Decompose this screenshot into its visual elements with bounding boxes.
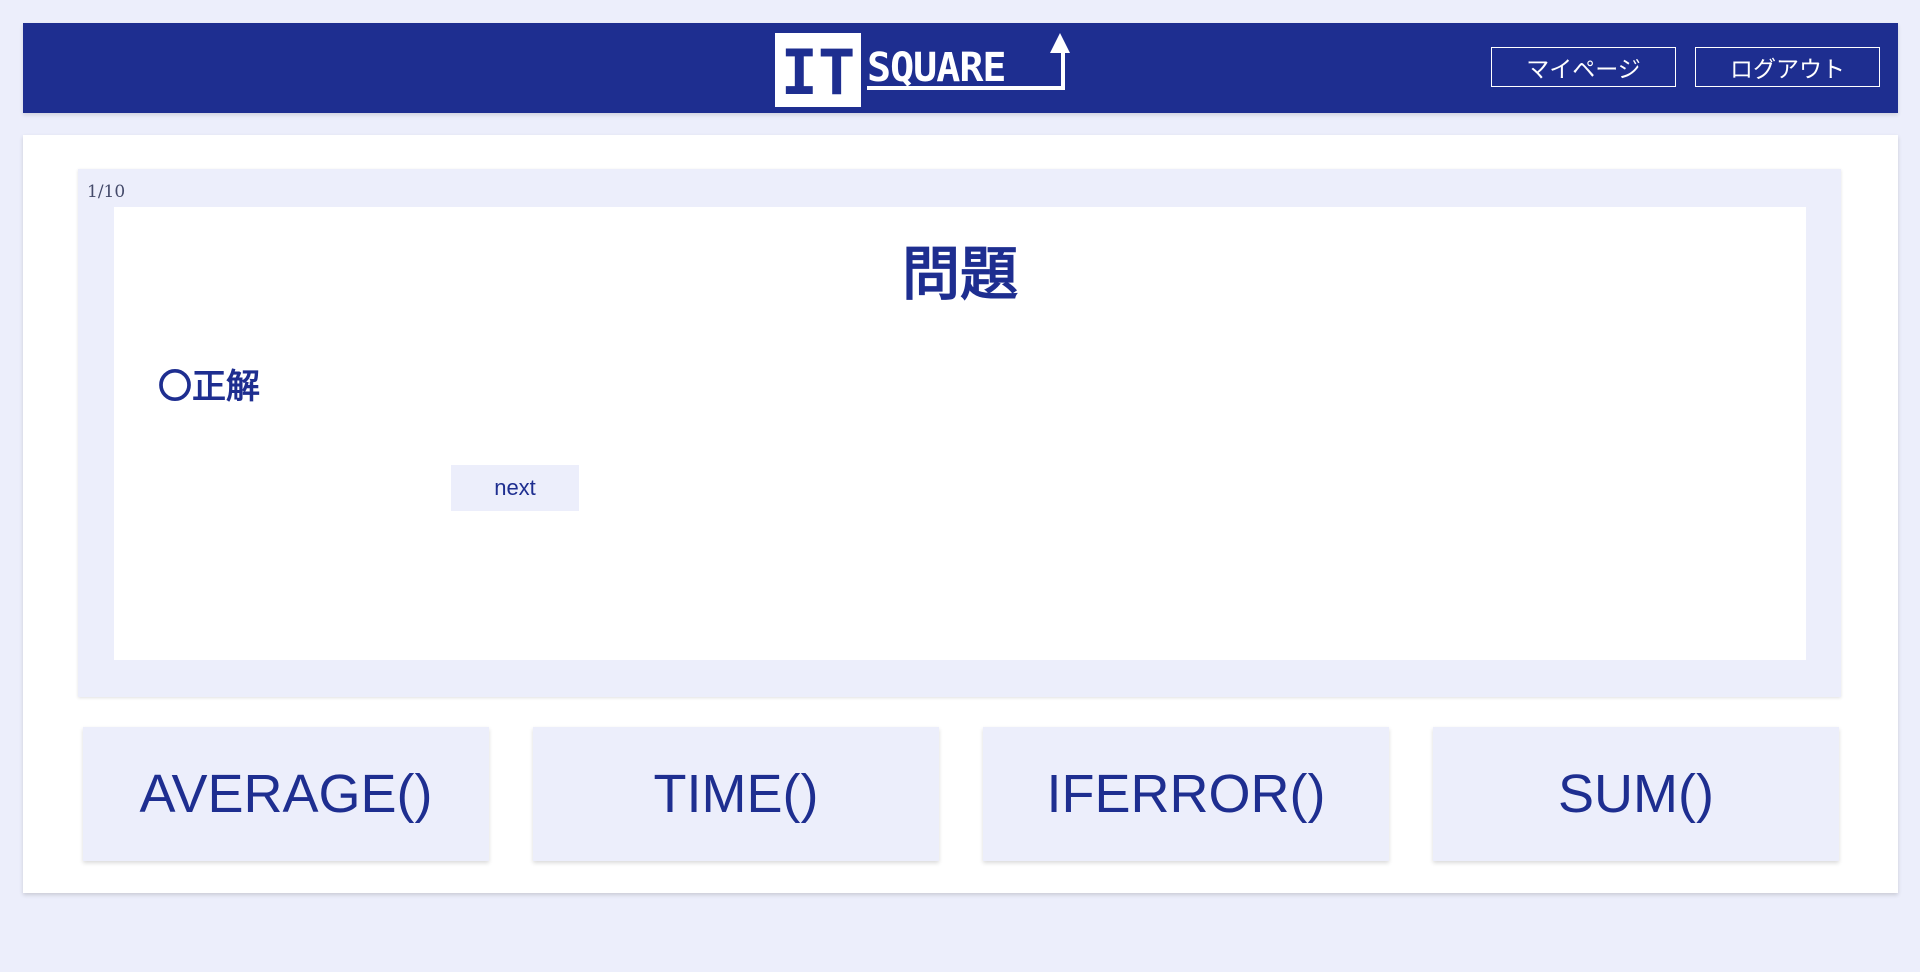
site-header: IT SQUARE マイページ ログアウト [23,23,1898,113]
logo-text-square: SQUARE [867,45,1006,91]
question-title: 問題 [901,240,1018,308]
logout-button[interactable]: ログアウト [1695,47,1880,87]
question-counter: 1/10 [87,182,126,202]
choice-button-2[interactable]: TIME() [533,727,939,861]
question-panel: 1/10 問題 〇正解 next [78,169,1841,697]
question-card: 問題 〇正解 next [114,207,1806,660]
choice-button-1[interactable]: AVERAGE() [83,727,489,861]
logo-text-it: IT [781,36,856,109]
mypage-button[interactable]: マイページ [1491,47,1676,87]
quiz-container: 1/10 問題 〇正解 next AVERAGE() TIME() IFERRO… [23,135,1898,893]
choice-button-3[interactable]: IFERROR() [983,727,1389,861]
choice-button-4[interactable]: SUM() [1433,727,1839,861]
answer-result: 〇正解 [158,367,260,407]
next-button[interactable]: next [451,465,579,511]
it-square-logo[interactable]: IT SQUARE [775,31,1070,109]
